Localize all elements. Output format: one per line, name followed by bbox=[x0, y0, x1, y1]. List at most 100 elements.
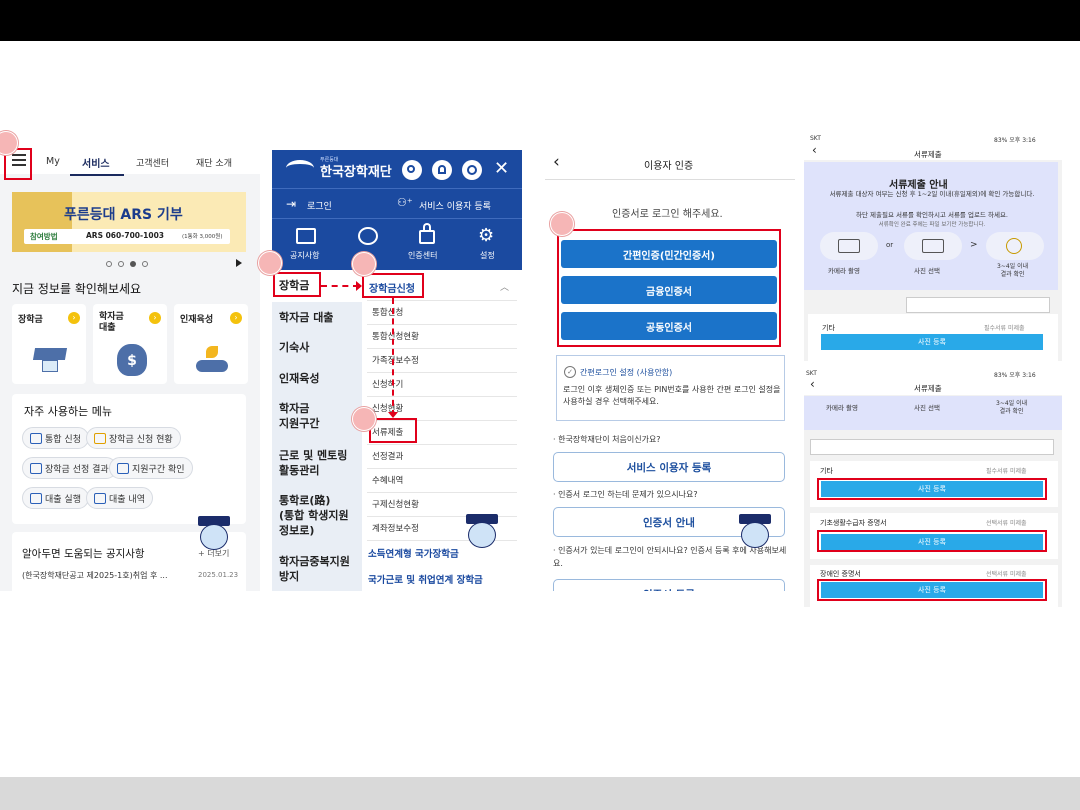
money-bag-icon: $ bbox=[117, 344, 147, 376]
doc-header: 서류제출 bbox=[914, 150, 942, 159]
logo-text: 한국장학재단 bbox=[320, 165, 392, 180]
dashed-arrow-right bbox=[321, 285, 359, 287]
simple-login-box: ✓ 간편로그인 설정 (사용안함) 로그인 이후 생체인증 또는 PIN번호를 … bbox=[556, 355, 785, 421]
doc-status: 선택서류 미제출 bbox=[986, 571, 1027, 578]
menu-support-tier[interactable]: 학자금 지원구간 bbox=[279, 401, 359, 431]
chevron-up-icon[interactable]: ︿ bbox=[500, 280, 509, 293]
cert-register-button[interactable]: 인증서 등록 bbox=[553, 579, 785, 591]
carousel-dots[interactable] bbox=[106, 260, 166, 268]
panel-user-auth: ‹ 이용자 인증 인증서로 로그인 해주세요. 간편인증(민간인증서) 금융인증… bbox=[545, 146, 795, 591]
banner-fee: (1통화 3,000원) bbox=[182, 234, 223, 240]
step-marker-3 bbox=[352, 252, 376, 276]
card-label: 인재육성 bbox=[180, 315, 214, 325]
guide-text-3: 서류확인 완료 후에는 파일 보기만 가능합니다. bbox=[878, 222, 986, 228]
highlight-register-1 bbox=[817, 478, 1047, 500]
lock-icon[interactable] bbox=[419, 223, 435, 244]
tab-service[interactable]: 서비스 bbox=[82, 155, 110, 170]
highlight-register-3 bbox=[817, 579, 1047, 601]
sub-item[interactable]: 계좌정보수정 bbox=[372, 522, 419, 534]
mascot-icon[interactable] bbox=[462, 514, 502, 556]
guide-text-2: 하단 제출필요 서류를 확인하시고 서류를 업로드 하세요. bbox=[855, 211, 1008, 219]
simple-login-title[interactable]: 간편로그인 설정 (사용안함) bbox=[580, 367, 672, 378]
search-doc-icon bbox=[117, 462, 129, 474]
back-icon[interactable]: ‹ bbox=[553, 152, 560, 172]
auth-header: 이용자 인증 bbox=[644, 161, 694, 172]
arrowhead-right bbox=[356, 281, 362, 291]
tab-my[interactable]: My bbox=[46, 156, 60, 167]
menu-student-loan[interactable]: 학자금 대출 bbox=[279, 310, 359, 325]
mascot-icon[interactable] bbox=[194, 516, 234, 558]
chip-apply-status[interactable]: 장학금 신청 현황 bbox=[86, 427, 181, 449]
mascot-icon[interactable] bbox=[735, 514, 775, 556]
service-register-button[interactable]: 서비스 이용자 등록 bbox=[553, 452, 785, 482]
step-marker-4 bbox=[352, 407, 376, 431]
tab-about[interactable]: 재단 소개 bbox=[196, 156, 232, 169]
highlight-scholarship-menu bbox=[273, 272, 321, 297]
card-student-loan[interactable]: 학자금 대출 › $ bbox=[93, 304, 167, 384]
card-scholarship[interactable]: 장학금 › bbox=[12, 304, 86, 384]
chip-loan-execution[interactable]: 대출 실행 bbox=[22, 487, 89, 509]
doc-name: 기타 bbox=[822, 324, 835, 332]
back-icon[interactable]: ‹ bbox=[812, 143, 817, 157]
step-marker-2 bbox=[258, 251, 282, 275]
login-icon: ⇥ bbox=[286, 197, 297, 211]
sub-item[interactable]: 선정결과 bbox=[372, 450, 403, 462]
ars-banner[interactable]: 푸른등대 ARS 기부 참여방법 ARS 060-700-1003 (1통화 3… bbox=[12, 192, 246, 252]
login-link[interactable]: 로그인 bbox=[307, 199, 332, 212]
menu-duplicate-support[interactable]: 학자금중복지원 방지 bbox=[279, 554, 359, 584]
step-marker-5 bbox=[550, 212, 574, 236]
check-circle-icon[interactable]: ✓ bbox=[564, 366, 576, 378]
status-battery-time: 83% 오후 3:16 bbox=[994, 137, 1036, 144]
arrow-label: > bbox=[970, 240, 978, 250]
sub-item[interactable]: 구제신청현황 bbox=[372, 498, 419, 510]
bottom-item-work-linked[interactable]: 국가근로 및 취업연계 장학금 bbox=[368, 572, 483, 586]
chip-integrated-apply[interactable]: 통합 신청 bbox=[22, 427, 89, 449]
sub-item[interactable]: 신청하기 bbox=[372, 378, 403, 390]
highlight-register-2 bbox=[817, 530, 1047, 552]
doc-status: 필수서류 미제출 bbox=[986, 468, 1027, 475]
notice-item[interactable]: (한국장학재단공고 제2025-1호)취업 후 ... bbox=[22, 570, 168, 581]
chevron-right-icon: › bbox=[68, 312, 80, 324]
footer-bar bbox=[0, 777, 1080, 810]
back-icon[interactable]: ‹ bbox=[810, 377, 815, 391]
banner-phone: ARS 060-700-1003 bbox=[86, 231, 165, 240]
register-link[interactable]: 서비스 이용자 등록 bbox=[419, 199, 491, 212]
section-title: 지금 정보를 확인해보세요 bbox=[12, 282, 142, 296]
question-cert-problem: · 인증서 로그인 하는데 문제가 있으시나요? bbox=[553, 490, 698, 499]
step-camera-label: 카메라 촬영 bbox=[826, 404, 858, 412]
notice-icon[interactable] bbox=[296, 228, 316, 244]
folder-icon bbox=[94, 432, 106, 444]
icon-label-notice: 공지사항 bbox=[290, 251, 320, 260]
tab-customer-center[interactable]: 고객센터 bbox=[136, 156, 169, 169]
chat-icon[interactable] bbox=[358, 227, 378, 245]
bottom-item-income-linked[interactable]: 소득연계형 국가장학금 bbox=[368, 546, 459, 560]
menu-talent[interactable]: 인재육성 bbox=[279, 371, 359, 386]
power-icon[interactable] bbox=[462, 160, 482, 180]
result-icon bbox=[986, 232, 1044, 260]
photo-register-button[interactable]: 사진 등록 bbox=[821, 334, 1043, 350]
menu-work-mentoring[interactable]: 근로 및 멘토링 활동관리 bbox=[279, 448, 359, 478]
card-label: 학자금 대출 bbox=[99, 312, 124, 333]
doc-status: 필수서류 미제출 bbox=[984, 325, 1025, 332]
bell-icon[interactable] bbox=[432, 160, 452, 180]
sub-item[interactable]: 수혜내역 bbox=[372, 474, 403, 486]
gear-icon[interactable]: ⚙ bbox=[478, 227, 494, 245]
notice-title: 알아두면 도움되는 공지사항 bbox=[22, 548, 145, 560]
card-talent[interactable]: 인재육성 › bbox=[174, 304, 248, 384]
sub-item[interactable]: 통합신청현황 bbox=[372, 330, 419, 342]
chip-support-tier[interactable]: 지원구간 확인 bbox=[109, 457, 193, 479]
doc-status: 선택서류 미제출 bbox=[986, 520, 1027, 527]
menu-tonghakro[interactable]: 통학로(路) (통합 학생지원 정보로) bbox=[279, 493, 359, 538]
guide-box: 서류제출 안내 서류제출 대상자 여부는 신청 후 1~2일 이내(휴일제외)에… bbox=[804, 162, 1058, 290]
chevron-right-icon: › bbox=[149, 312, 161, 324]
panel-main-menu: My 서비스 고객센터 재단 소개 푸른등대 ARS 기부 참여방법 ARS 0… bbox=[0, 130, 260, 591]
search-icon[interactable] bbox=[402, 160, 422, 180]
sub-item[interactable]: 통합신청 bbox=[372, 306, 403, 318]
step-photo-label: 사진 선택 bbox=[914, 404, 940, 412]
chip-loan-history[interactable]: 대출 내역 bbox=[86, 487, 153, 509]
close-icon[interactable]: ✕ bbox=[494, 159, 509, 179]
play-icon[interactable] bbox=[236, 259, 242, 267]
chip-selection-result[interactable]: 장학금 선정 결과 bbox=[22, 457, 117, 479]
sub-item[interactable]: 가족정보수정 bbox=[372, 354, 419, 366]
menu-dormitory[interactable]: 기숙사 bbox=[279, 340, 359, 355]
